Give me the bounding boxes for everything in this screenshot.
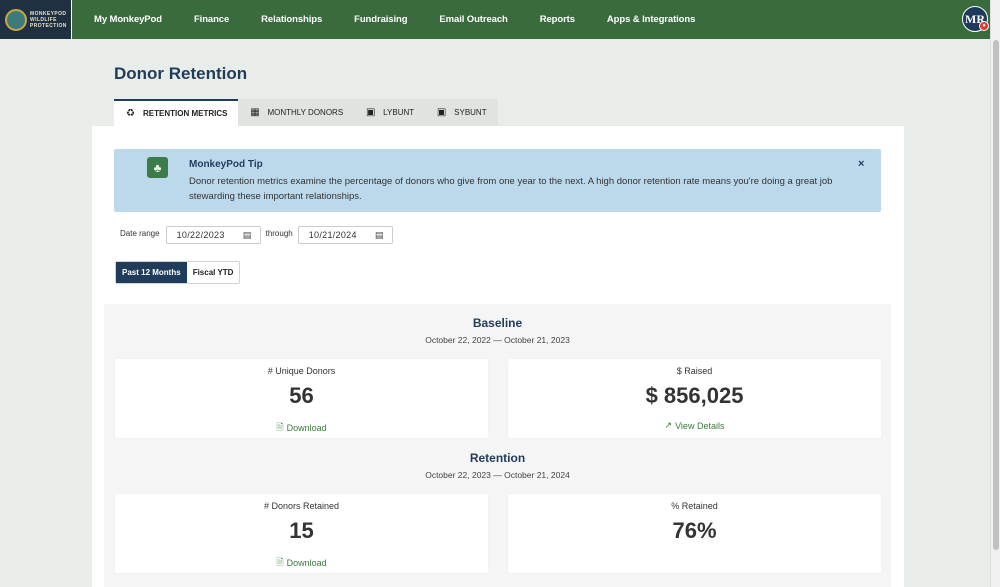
external-link-icon: ↗ <box>664 420 673 430</box>
tab-label: RETENTION METRICS <box>143 109 228 118</box>
nav-item-my-monkeypod[interactable]: My MonkeyPod <box>94 14 162 25</box>
raised-card: $ Raised $ 856,025 ↗ View Details <box>508 359 881 438</box>
tab-label: MONTHLY DONORS <box>267 108 344 117</box>
unique-donors-card: # Unique Donors 56 🗎 Download <box>115 359 488 438</box>
view-details-link[interactable]: ↗ View Details <box>508 420 881 431</box>
tab-bar: ♻ RETENTION METRICS ▦ MONTHLY DONORS ▣ L… <box>114 99 498 126</box>
tab-sybunt[interactable]: ▣ SYBUNT <box>425 99 498 126</box>
tab-monthly-donors[interactable]: ▦ MONTHLY DONORS <box>238 99 355 126</box>
link-label: View Details <box>675 420 725 431</box>
nav-item-email-outreach[interactable]: Email Outreach <box>439 14 507 25</box>
nav-item-finance[interactable]: Finance <box>194 14 229 25</box>
tip-text: Donor retention metrics examine the perc… <box>189 176 833 202</box>
card-value: 76% <box>672 518 717 543</box>
donors-retained-card: # Donors Retained 15 🗎 Download <box>115 494 488 573</box>
tab-lybunt[interactable]: ▣ LYBUNT <box>354 99 426 126</box>
top-navbar: MONKEYPOD WILDLIFE PROTECTION My MonkeyP… <box>0 0 990 39</box>
download-link[interactable]: 🗎 Download <box>115 420 488 436</box>
scrollbar-thumb[interactable] <box>993 40 999 550</box>
card-label: # Donors Retained <box>263 501 340 511</box>
tree-logo-icon: ♣ <box>147 157 168 178</box>
calendar-clock-icon: ▣ <box>365 107 376 118</box>
nav-item-reports[interactable]: Reports <box>540 14 575 25</box>
range-toggle-group: Past 12 Months Fiscal YTD <box>115 261 241 284</box>
card-value: $ 856,025 <box>645 383 744 408</box>
nav-menu: My MonkeyPod Finance Relationships Fundr… <box>94 14 727 25</box>
date-range-filter: Date range 10/22/2023 ▤ through 10/21/20… <box>120 226 393 244</box>
calendar-icon[interactable]: ▤ <box>375 230 384 241</box>
calendar-clock-icon: ▣ <box>436 107 447 118</box>
logo-line: PROTECTION <box>30 22 67 29</box>
card-value: 56 <box>289 383 314 408</box>
nav-item-relationships[interactable]: Relationships <box>261 14 322 25</box>
tab-label: SYBUNT <box>454 108 487 117</box>
card-value: 15 <box>289 518 314 543</box>
notification-badge-icon[interactable]: ♦ <box>979 21 989 31</box>
nav-item-apps-integrations[interactable]: Apps & Integrations <box>607 14 695 25</box>
end-date-input[interactable]: 10/21/2024 ▤ <box>297 226 393 244</box>
baseline-period: October 22, 2022 — October 21, 2023 <box>425 335 570 345</box>
calendar-icon[interactable]: ▤ <box>243 230 252 241</box>
org-logo[interactable]: MONKEYPOD WILDLIFE PROTECTION <box>0 0 72 39</box>
download-link[interactable]: 🗎 Download <box>115 555 488 571</box>
calendar-icon: ▦ <box>250 107 260 118</box>
retention-period: October 22, 2023 — October 21, 2024 <box>425 470 570 480</box>
nav-item-fundraising[interactable]: Fundraising <box>354 14 407 25</box>
percent-retained-card: % Retained 76% <box>508 494 881 573</box>
link-label: Download <box>286 558 327 568</box>
card-label: $ Raised <box>676 366 713 376</box>
through-label: through <box>265 228 293 238</box>
tip-title: MonkeyPod Tip <box>189 159 263 170</box>
past-12-months-button[interactable]: Past 12 Months <box>116 262 187 283</box>
retention-title: Retention <box>469 451 526 465</box>
tip-banner: ♣ MonkeyPod Tip Donor retention metrics … <box>114 149 881 212</box>
date-range-label: Date range <box>120 228 160 238</box>
tab-label: LYBUNT <box>383 108 415 117</box>
page-scrollbar[interactable] <box>990 0 1000 587</box>
start-date-input[interactable]: 10/22/2023 ▤ <box>165 226 261 244</box>
start-date-value: 10/22/2023 <box>176 230 225 240</box>
file-download-icon: 🗎 <box>276 557 284 567</box>
end-date-value: 10/21/2024 <box>308 230 357 240</box>
tab-retention-metrics[interactable]: ♻ RETENTION METRICS <box>114 99 239 126</box>
page-title: Donor Retention <box>114 64 248 83</box>
close-icon[interactable]: × <box>858 158 864 170</box>
fiscal-ytd-button[interactable]: Fiscal YTD <box>186 262 240 283</box>
logo-emblem-icon <box>5 8 27 31</box>
card-label: % Retained <box>671 501 718 511</box>
link-label: Download <box>286 423 327 433</box>
card-label: # Unique Donors <box>267 366 336 376</box>
file-download-icon: 🗎 <box>276 422 284 432</box>
recycle-icon: ♻ <box>126 108 135 119</box>
baseline-title: Baseline <box>472 316 523 330</box>
